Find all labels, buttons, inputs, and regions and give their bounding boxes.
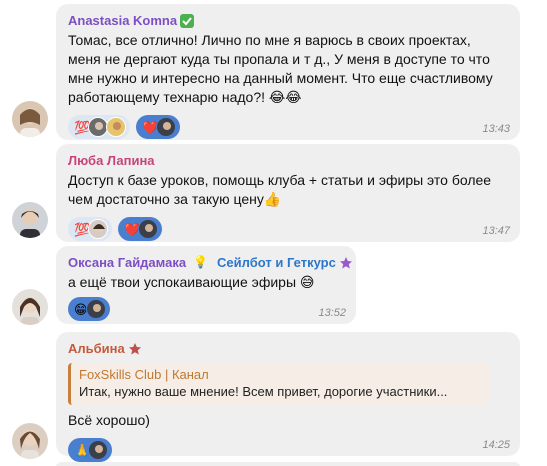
sender-tag: Сейлбот и Геткурс (217, 255, 336, 270)
message-line: работающему технарю надо?! 😂😂 (68, 89, 302, 105)
message-bubble[interactable] (56, 462, 520, 466)
reactor-avatar (138, 219, 159, 239)
message-time: 13:43 (482, 123, 510, 135)
message-line: чем достаточно за такую цену👍 (68, 191, 282, 207)
avatar[interactable] (12, 101, 48, 137)
quote-text: Итак, нужно ваше мнение! Всем привет, до… (79, 384, 448, 399)
quote-title: FoxSkills Club | Канал (79, 367, 209, 382)
avatar[interactable] (12, 202, 48, 238)
reactions-bar: 🙏 (68, 438, 508, 464)
avatar[interactable] (12, 423, 48, 459)
message-time: 13:47 (482, 225, 510, 237)
lightbulb-icon: 💡 (193, 255, 209, 269)
message-line: Томас, все отлично! Лично по мне я варюс… (68, 32, 471, 48)
reaction-pray[interactable]: 🙏 (68, 438, 113, 462)
message-text: Томас, все отлично! Лично по мне я варюс… (68, 31, 508, 107)
reaction-hundred[interactable]: 💯 (68, 115, 131, 139)
check-mark-icon (180, 13, 195, 28)
message-time: 13:52 (318, 307, 346, 319)
sender-label: Оксана Гайдамака (68, 255, 187, 270)
message-bubble[interactable]: Anastasia Komna Томас, все отлично! Личн… (56, 4, 520, 140)
sender-name[interactable]: Люба Лапина (68, 152, 508, 169)
star-icon (339, 256, 353, 270)
reactor-avatar (88, 117, 109, 137)
reactor-avatar (88, 440, 109, 460)
reaction-heart[interactable]: ❤️ (118, 217, 163, 241)
sender-label: Альбина (68, 341, 125, 356)
message-text: Доступ к базе уроков, помощь клуба + ста… (68, 171, 508, 209)
message-line: мне нужно и интересно на данный момент. … (68, 70, 493, 86)
message-line: а ещё твои успокаивающие эфиры 😅 (68, 274, 315, 290)
reply-quote[interactable]: FoxSkills Club | Канал Итак, нужно ваше … (68, 363, 490, 405)
message-line: Всё хорошо) (68, 412, 150, 428)
reaction-grin[interactable]: 😁 (68, 297, 110, 321)
message-text: а ещё твои успокаивающие эфиры 😅 (68, 273, 344, 292)
chat-message-list: Anastasia Komna Томас, все отлично! Личн… (0, 0, 547, 466)
sender-label: Люба Лапина (68, 153, 155, 168)
reactions-bar: 😁 (68, 297, 344, 323)
message-text: Всё хорошо) (68, 411, 508, 430)
avatar[interactable] (12, 289, 48, 325)
message-time: 14:25 (482, 439, 510, 451)
star-icon (128, 342, 142, 356)
reactions-bar: 💯 ❤️ (68, 115, 508, 141)
reaction-hundred[interactable]: 💯 (68, 217, 113, 241)
reaction-heart[interactable]: ❤️ (136, 115, 181, 139)
sender-name[interactable]: Anastasia Komna (68, 12, 508, 29)
message-bubble[interactable]: Люба Лапина Доступ к базе уроков, помощь… (56, 144, 520, 242)
reactor-avatar (88, 219, 109, 239)
reactions-bar: 💯 ❤️ (68, 217, 508, 243)
sender-name[interactable]: Альбина (68, 340, 508, 357)
reactor-avatar (85, 299, 106, 319)
message-line: Доступ к базе уроков, помощь клуба + ста… (68, 172, 492, 188)
sender-name[interactable]: Оксана Гайдамака 💡 Сейлбот и Геткурс (68, 254, 352, 271)
message-bubble[interactable]: Альбина FoxSkills Club | Канал Итак, нуж… (56, 332, 520, 462)
sender-label: Anastasia Komna (68, 13, 178, 28)
message-line: меня не дергают куда ты пропала и т д., … (68, 51, 490, 67)
message-bubble[interactable]: Оксана Гайдамака 💡 Сейлбот и Геткурс а е… (56, 246, 356, 324)
reactor-avatar (156, 117, 177, 137)
reactor-avatar (106, 117, 127, 137)
